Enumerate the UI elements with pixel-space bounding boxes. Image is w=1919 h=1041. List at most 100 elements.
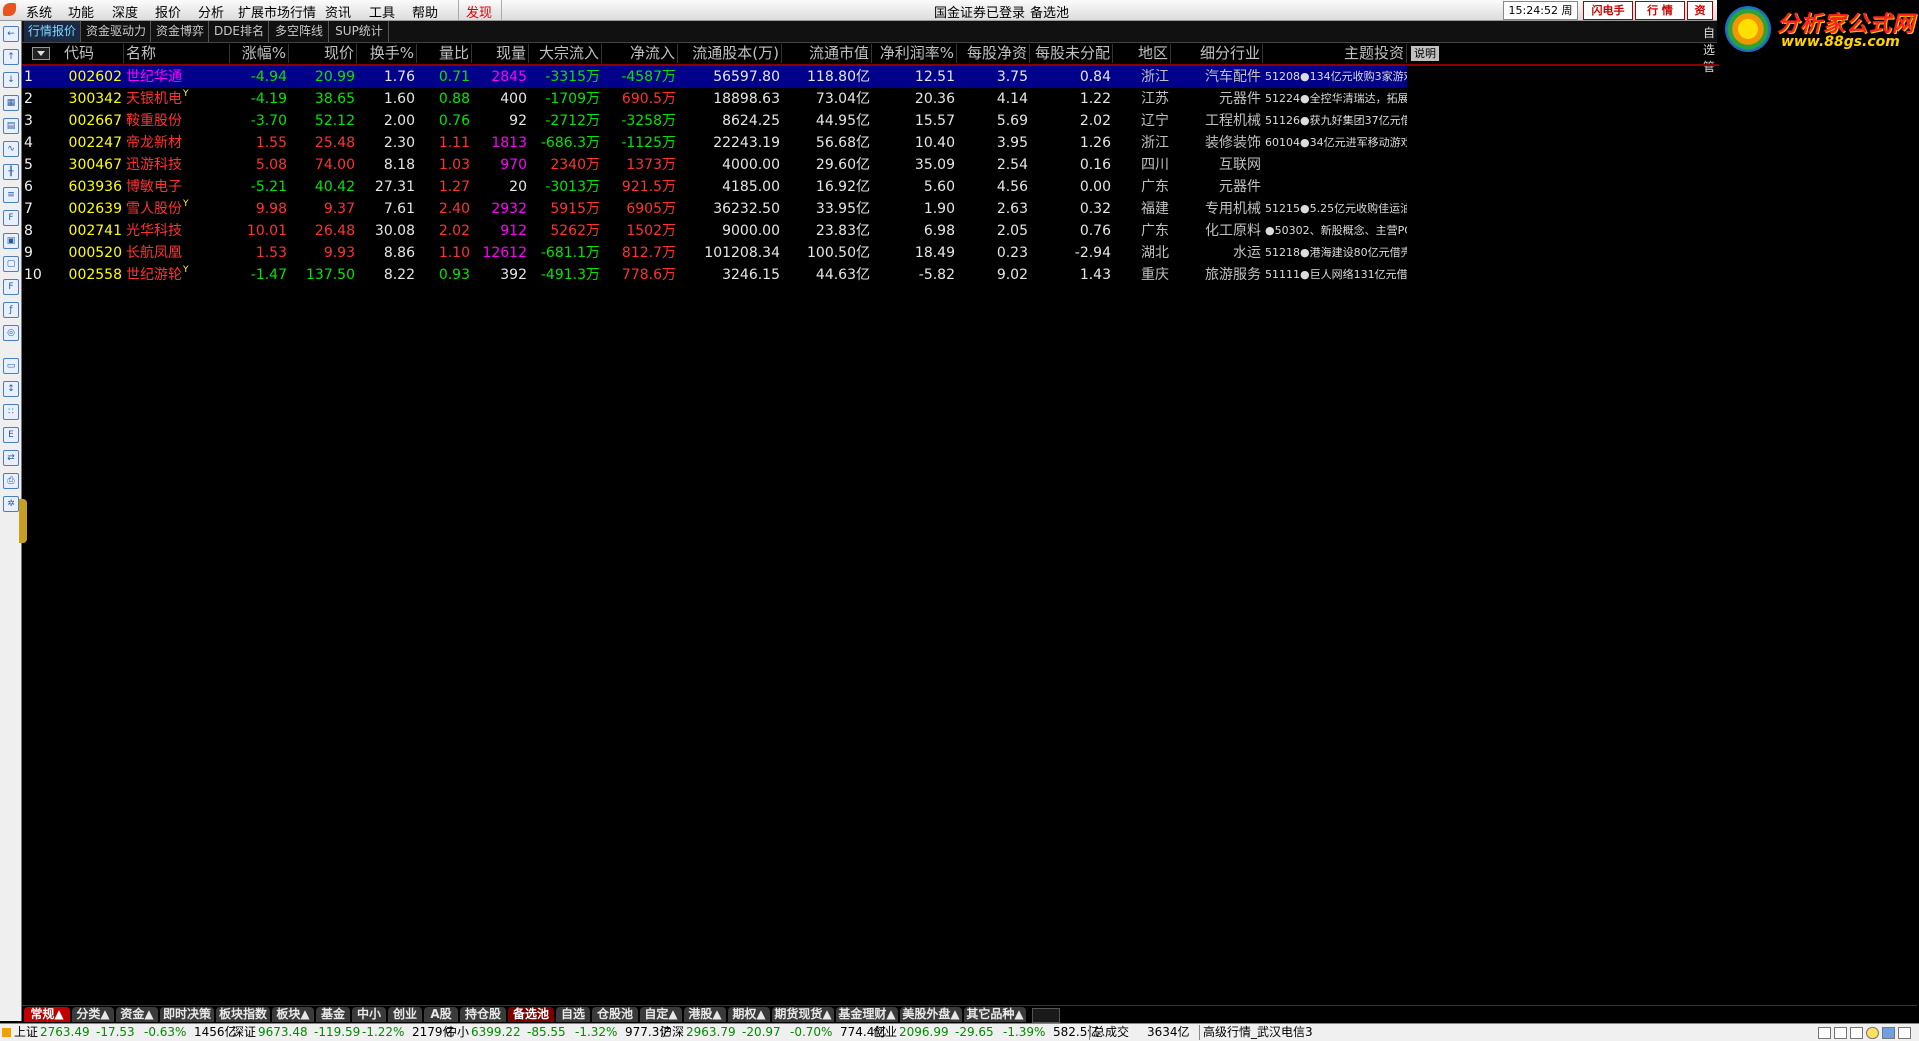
menu-help[interactable]: 帮助 bbox=[412, 2, 438, 21]
candlestick-icon[interactable]: ╫ bbox=[3, 164, 19, 180]
menu-news[interactable]: 资讯 bbox=[325, 2, 351, 21]
bottom-tab[interactable]: 期货现货▲ bbox=[772, 1007, 834, 1022]
app-logo-icon[interactable] bbox=[3, 3, 16, 16]
menu-system[interactable]: 系统 bbox=[26, 2, 52, 21]
col-undistributed[interactable]: 每股未分配 bbox=[1030, 44, 1113, 63]
cell-turnover: 7.61 bbox=[383, 201, 415, 217]
back-arrow-icon[interactable]: ← bbox=[3, 26, 19, 42]
menu-depth[interactable]: 深度 bbox=[112, 2, 138, 21]
col-price[interactable]: 现价 bbox=[289, 44, 357, 63]
table-row[interactable]: 1 002602 世纪华通 -4.94 20.99 1.76 0.71 2845 -3315万 -… bbox=[22, 66, 1407, 88]
sort-menu-button[interactable] bbox=[32, 47, 50, 60]
col-block-inflow[interactable]: 大宗流入 bbox=[529, 44, 602, 63]
bottom-tab[interactable]: 其它品种▲ bbox=[964, 1007, 1026, 1022]
col-bvps[interactable]: 每股净资 bbox=[957, 44, 1030, 63]
explain-button[interactable]: 说明 bbox=[1411, 46, 1439, 61]
quote-button[interactable]: 行 情 bbox=[1635, 1, 1685, 20]
tab-long-short[interactable]: 多空阵线 bbox=[270, 21, 329, 42]
bottom-tab[interactable]: 中小 bbox=[352, 1007, 386, 1022]
table-row[interactable]: 10 002558 世纪游轮Y -1.47 137.50 8.22 0.93 392 -491.… bbox=[22, 264, 1407, 286]
menu-discover[interactable]: 发现 bbox=[466, 2, 492, 21]
col-turnover[interactable]: 换手% bbox=[357, 44, 417, 63]
folder-icon[interactable]: ▭ bbox=[3, 358, 19, 374]
toolbar-collapse-handle[interactable] bbox=[19, 499, 27, 543]
table-row[interactable]: 7 002639 雪人股份Y 9.98 9.37 7.61 2.40 2932 5915万 690… bbox=[22, 198, 1407, 220]
col-code[interactable]: 代码 bbox=[62, 44, 124, 63]
bottom-tab[interactable]: 板块▲ bbox=[272, 1007, 314, 1022]
table-row[interactable]: 5 300467 迅游科技 5.08 74.00 8.18 1.03 970 2340万 1373… bbox=[22, 154, 1407, 176]
bottom-tab[interactable]: 常规▲ bbox=[24, 1007, 70, 1022]
target-icon[interactable]: ◎ bbox=[3, 325, 19, 341]
menu-function[interactable]: 功能 bbox=[68, 2, 94, 21]
f11-icon[interactable]: F bbox=[3, 279, 19, 295]
etf-icon[interactable]: E bbox=[3, 427, 19, 443]
table-row[interactable]: 8 002741 光华科技 10.01 26.48 30.08 2.02 912 5262万 15… bbox=[22, 220, 1407, 242]
settings-gear-icon[interactable]: ✲ bbox=[3, 496, 19, 512]
print-icon[interactable]: ⎙ bbox=[3, 473, 19, 489]
col-volume-ratio[interactable]: 量比 bbox=[417, 44, 472, 63]
document-icon[interactable]: ▢ bbox=[3, 256, 19, 272]
tab-dde-rank[interactable]: DDE排名 bbox=[210, 21, 269, 42]
bottom-tab[interactable]: 港股▲ bbox=[684, 1007, 726, 1022]
globe-icon[interactable] bbox=[1882, 1027, 1895, 1039]
table-row[interactable]: 2 300342 天银机电Y -4.19 38.65 1.60 0.88 400 -1709万 6… bbox=[22, 88, 1407, 110]
bottom-tab[interactable]: 仓股池 bbox=[592, 1007, 638, 1022]
list-icon[interactable]: ≡ bbox=[3, 187, 19, 203]
col-theme[interactable]: 主题投资 bbox=[1263, 44, 1407, 63]
up-arrow-icon[interactable]: ↑ bbox=[3, 49, 19, 65]
col-name[interactable]: 名称 bbox=[124, 44, 230, 63]
bottom-tab[interactable]: 期权▲ bbox=[728, 1007, 770, 1022]
menu-analysis[interactable]: 分析 bbox=[198, 2, 224, 21]
scatter-icon[interactable]: ∷ bbox=[3, 404, 19, 420]
table-row[interactable]: 3 002667 鞍重股份 -3.70 52.12 2.00 0.76 92 -2712万 -32… bbox=[22, 110, 1407, 132]
window-icon[interactable] bbox=[1834, 1027, 1847, 1039]
bottom-tab[interactable]: 美股外盘▲ bbox=[900, 1007, 962, 1022]
menu-tools[interactable]: 工具 bbox=[369, 2, 395, 21]
window-icon[interactable] bbox=[1850, 1027, 1863, 1039]
f10-icon[interactable]: F bbox=[3, 210, 19, 226]
bottom-tab[interactable]: 持仓股 bbox=[460, 1007, 506, 1022]
report-icon[interactable]: ▣ bbox=[3, 233, 19, 249]
info-button[interactable]: 资 bbox=[1687, 1, 1713, 20]
col-region[interactable]: 地区 bbox=[1113, 44, 1171, 63]
table-row[interactable]: 6 603936 博敏电子 -5.21 40.42 27.31 1.27 20 -3013万 92… bbox=[22, 176, 1407, 198]
col-net-inflow[interactable]: 净流入 bbox=[602, 44, 678, 63]
grid-icon[interactable]: ▤ bbox=[3, 118, 19, 134]
col-float-cap[interactable]: 流通市值 bbox=[782, 44, 872, 63]
sort-icon[interactable]: ↕ bbox=[3, 381, 19, 397]
col-float-shares[interactable]: 流通股本(万) bbox=[678, 44, 782, 63]
bottom-tab[interactable]: A股 bbox=[424, 1007, 458, 1022]
tab-scroll-control[interactable] bbox=[1032, 1008, 1060, 1023]
layout-icon[interactable]: ▦ bbox=[3, 95, 19, 111]
line-chart-icon[interactable]: ∿ bbox=[3, 141, 19, 157]
formula-icon[interactable]: ƒ bbox=[3, 302, 19, 318]
col-industry[interactable]: 细分行业 bbox=[1171, 44, 1263, 63]
bottom-tab[interactable]: 分类▲ bbox=[72, 1007, 114, 1022]
bottom-tab[interactable]: 创业 bbox=[388, 1007, 422, 1022]
bottom-tab[interactable]: 资金▲ bbox=[116, 1007, 158, 1022]
bottom-tab[interactable]: 备选池 bbox=[508, 1007, 554, 1022]
smiley-icon[interactable] bbox=[1866, 1027, 1879, 1039]
transfer-icon[interactable]: ⇄ bbox=[3, 450, 19, 466]
bottom-tab[interactable]: 板块指数 bbox=[216, 1007, 270, 1022]
bottom-tab[interactable]: 即时决策 bbox=[160, 1007, 214, 1022]
col-net-margin[interactable]: 净利润率% bbox=[872, 44, 957, 63]
tab-quotes[interactable]: 行情报价 bbox=[24, 21, 81, 42]
bottom-tab[interactable]: 自定▲ bbox=[640, 1007, 682, 1022]
bottom-tab[interactable]: 自选 bbox=[556, 1007, 590, 1022]
bottom-tab[interactable]: 基金理财▲ bbox=[836, 1007, 898, 1022]
flash-trade-button[interactable]: 闪电手 bbox=[1583, 1, 1633, 20]
resize-grip-icon[interactable] bbox=[1898, 1027, 1911, 1039]
col-change-pct[interactable]: 涨幅% bbox=[216, 44, 289, 63]
menu-quote[interactable]: 报价 bbox=[155, 2, 181, 21]
menu-extended-market[interactable]: 扩展市场行情 bbox=[238, 2, 316, 21]
table-row[interactable]: 9 000520 长航凤凰 1.53 9.93 8.86 1.10 12612 -681.1万 8… bbox=[22, 242, 1407, 264]
table-row[interactable]: 4 002247 帝龙新材 1.55 25.48 2.30 1.11 1813 -686.3万 -… bbox=[22, 132, 1407, 154]
down-arrow-icon[interactable]: ↓ bbox=[3, 72, 19, 88]
bottom-tab[interactable]: 基金 bbox=[316, 1007, 350, 1022]
tab-sup-stats[interactable]: SUP统计 bbox=[330, 21, 389, 42]
col-current-volume[interactable]: 现量 bbox=[472, 44, 529, 63]
tab-capital-drive[interactable]: 资金驱动力 bbox=[82, 21, 151, 42]
window-icon[interactable] bbox=[1818, 1027, 1831, 1039]
tab-capital-game[interactable]: 资金博弈 bbox=[152, 21, 209, 42]
